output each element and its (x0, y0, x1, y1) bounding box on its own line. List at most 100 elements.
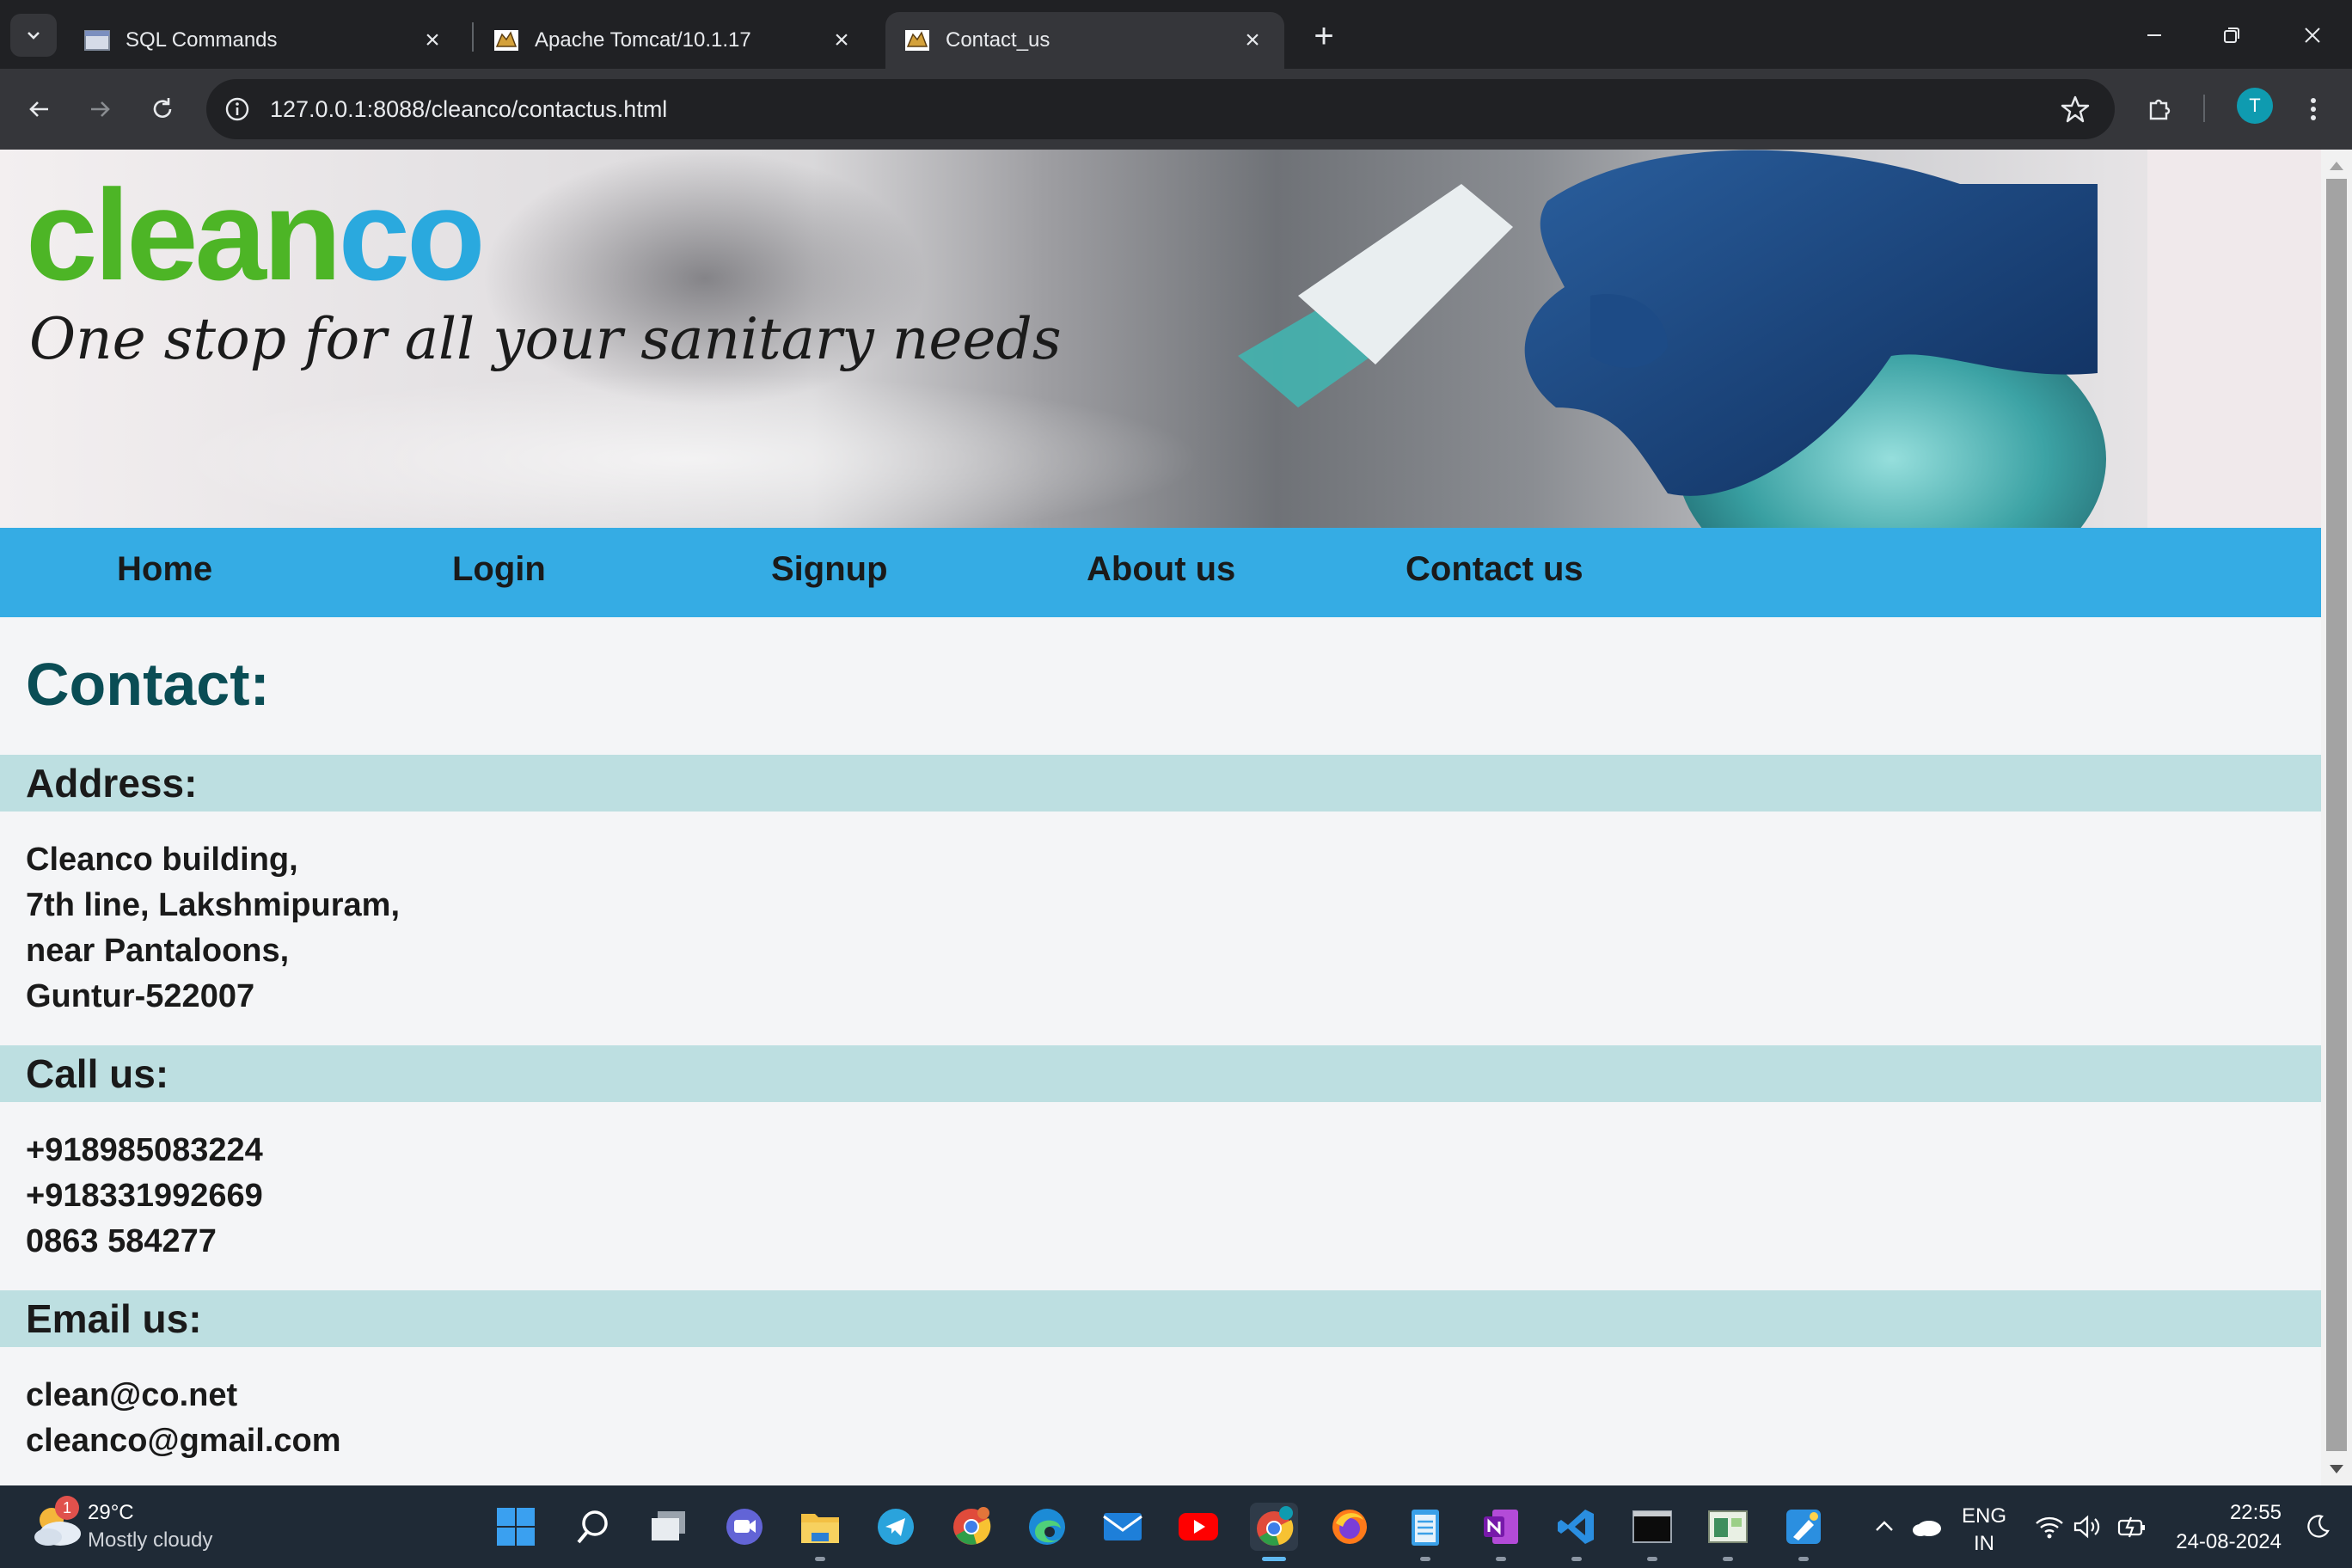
nav-about-us[interactable]: About us (1087, 550, 1235, 589)
nav-home[interactable]: Home (117, 550, 212, 589)
tab-sql-commands[interactable]: SQL Commands × (65, 12, 464, 69)
taskbar-task-view[interactable] (645, 1503, 693, 1551)
page-viewport: cleanco One stop for all your sanitary n… (0, 150, 2352, 1485)
email-address: clean@co.net (26, 1377, 238, 1413)
taskbar-chrome-profile[interactable] (947, 1503, 995, 1551)
profile-avatar[interactable]: T (2237, 88, 2273, 124)
start-button[interactable] (492, 1503, 540, 1551)
taskbar-mail[interactable] (1099, 1503, 1147, 1551)
page-scrollbar[interactable] (2321, 150, 2352, 1485)
close-icon[interactable]: × (829, 26, 854, 54)
taskbar-vscode[interactable] (1553, 1503, 1601, 1561)
taskbar-youtube[interactable] (1174, 1503, 1222, 1551)
tomcat-icon (494, 30, 518, 51)
nav-contact-us[interactable]: Contact us (1406, 550, 1583, 589)
taskbar-notepad-plus[interactable] (1704, 1503, 1752, 1561)
battery-button[interactable] (2108, 1503, 2156, 1551)
phone-block: +918985083224 +918331992669 0863 584277 (26, 1128, 263, 1265)
section-heading: Call us: (26, 1051, 169, 1096)
tab-separator (472, 22, 474, 52)
plus-icon: + (1314, 16, 1334, 55)
cloud-icon (1913, 1521, 1941, 1536)
address-section-header: Address: (0, 755, 2321, 812)
close-window-button[interactable] (2287, 14, 2338, 57)
address-bar[interactable]: 127.0.0.1:8088/cleanco/contactus.html (206, 79, 2115, 139)
vscode-icon (1558, 1510, 1594, 1544)
nav-login[interactable]: Login (452, 550, 546, 589)
region-code: IN (1974, 1532, 1994, 1555)
minimize-icon (2147, 34, 2161, 36)
nav-signup[interactable]: Signup (771, 550, 888, 589)
browser-menu-button[interactable] (2292, 88, 2335, 131)
notifications-button[interactable] (2294, 1503, 2342, 1551)
tab-title: Contact_us (946, 28, 1050, 52)
taskbar-meet[interactable] (720, 1503, 769, 1551)
taskbar-paint[interactable] (1779, 1503, 1828, 1561)
close-icon[interactable]: × (420, 26, 445, 54)
folder-icon (801, 1514, 839, 1543)
taskbar-telegram[interactable] (872, 1503, 920, 1551)
onedrive-button[interactable] (1903, 1503, 1951, 1551)
restore-button[interactable] (2206, 14, 2257, 57)
taskbar-notepad[interactable] (1401, 1503, 1449, 1561)
phone-number: +918331992669 (26, 1178, 263, 1214)
new-tab-button[interactable]: + (1305, 17, 1343, 55)
address-block: Cleanco building, 7th line, Lakshmipuram… (26, 837, 400, 1020)
weather-temperature: 29°C (88, 1501, 134, 1524)
meet-icon (726, 1509, 763, 1545)
close-icon[interactable]: × (1240, 26, 1265, 54)
minimize-button[interactable] (2128, 14, 2180, 57)
taskbar-terminal[interactable] (1628, 1503, 1676, 1561)
clock-time: 22:55 (2229, 1501, 2282, 1524)
running-indicator (1647, 1557, 1657, 1561)
scroll-down-arrow[interactable] (2330, 1465, 2343, 1473)
onenote-icon (1484, 1510, 1518, 1544)
moon-icon (2307, 1515, 2330, 1538)
volume-button[interactable] (2063, 1503, 2111, 1551)
browser-toolbar: 127.0.0.1:8088/cleanco/contactus.html T (0, 69, 2352, 150)
taskbar-file-explorer[interactable] (796, 1503, 844, 1561)
restore-icon (2224, 28, 2239, 43)
reload-button[interactable] (141, 88, 184, 131)
taskbar-edge[interactable] (1023, 1503, 1071, 1551)
address-line: 7th line, Lakshmipuram, (26, 887, 400, 923)
bookmark-star-icon[interactable] (2060, 94, 2091, 125)
scroll-up-arrow[interactable] (2330, 162, 2343, 170)
logo-part-co: co (338, 162, 486, 307)
telegram-icon (878, 1509, 914, 1545)
banner-photo-light (172, 373, 1204, 528)
running-indicator (1798, 1557, 1809, 1561)
tab-apache-tomcat[interactable]: Apache Tomcat/10.1.17 × (475, 12, 873, 69)
header-banner: cleanco One stop for all your sanitary n… (0, 150, 2321, 528)
cleanco-logo[interactable]: cleanco (26, 170, 486, 299)
tab-title: SQL Commands (126, 28, 278, 52)
language-indicator[interactable]: ENG IN (1953, 1504, 2015, 1556)
edge-icon (1029, 1509, 1065, 1545)
url-text[interactable]: 127.0.0.1:8088/cleanco/contactus.html (270, 96, 667, 123)
mail-icon (1103, 1513, 1142, 1540)
taskbar-onenote[interactable] (1477, 1503, 1525, 1561)
extensions-button[interactable] (2139, 88, 2182, 131)
reload-icon (153, 98, 172, 118)
email-address: cleanco@gmail.com (26, 1423, 341, 1459)
taskbar-chrome[interactable] (1250, 1503, 1298, 1561)
close-icon (2305, 28, 2320, 43)
tab-search-button[interactable] (10, 14, 57, 57)
show-hidden-icons-button[interactable] (1860, 1503, 1908, 1551)
taskbar-search[interactable] (569, 1503, 617, 1551)
wifi-icon (2036, 1516, 2063, 1539)
tab-contact-us[interactable]: Contact_us × (885, 12, 1284, 69)
notepad-icon (1412, 1510, 1439, 1546)
forward-button[interactable] (79, 88, 122, 131)
speaker-icon (2073, 1515, 2100, 1539)
clock[interactable]: 22:55 24-08-2024 (2166, 1501, 2282, 1554)
browser-title-bar: SQL Commands × Apache Tomcat/10.1.17 × C… (0, 0, 2352, 69)
site-info-icon[interactable] (222, 94, 253, 125)
back-button[interactable] (17, 88, 60, 131)
windows-start-icon (497, 1508, 535, 1546)
chevron-up-icon (1876, 1521, 1893, 1531)
tab-title: Apache Tomcat/10.1.17 (535, 28, 751, 52)
scroll-thumb[interactable] (2326, 179, 2347, 1451)
taskbar-firefox[interactable] (1326, 1503, 1374, 1551)
address-line: Guntur-522007 (26, 978, 255, 1014)
